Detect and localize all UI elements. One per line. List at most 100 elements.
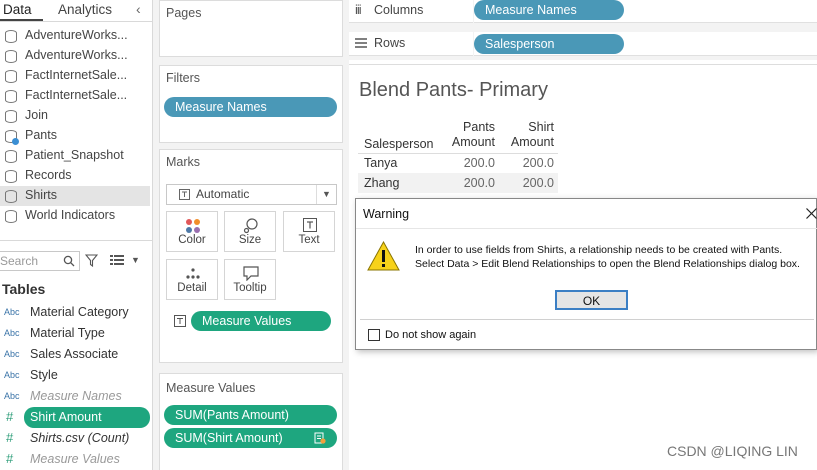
field-item[interactable]: Abc Material Category	[0, 302, 150, 323]
measure-pill-shirt-amount[interactable]: SUM(Shirt Amount)	[164, 428, 337, 448]
dialog-message-line1: In order to use fields from Shirts, a re…	[415, 244, 783, 256]
field-item[interactable]: Abc Sales Associate	[0, 344, 150, 365]
filters-title: Filters	[166, 71, 201, 85]
collapse-pane-icon[interactable]: ‹	[136, 1, 141, 17]
do-not-show-checkbox[interactable]	[368, 329, 380, 341]
tooltip-button[interactable]: Tooltip	[224, 259, 276, 300]
row-shirt-value: 200.0	[522, 156, 554, 170]
database-icon	[5, 50, 17, 63]
detail-label: Detail	[177, 282, 207, 294]
measure-pill-pants-amount[interactable]: SUM(Pants Amount)	[164, 405, 337, 425]
view-title: Blend Pants- Primary	[359, 79, 548, 101]
filter-icon[interactable]	[85, 254, 98, 267]
field-item[interactable]: # Measure Values	[0, 449, 150, 470]
color-button[interactable]: Color	[166, 211, 218, 252]
data-source-item[interactable]: FactInternetSale...	[0, 86, 150, 106]
row-name: Zhang	[364, 176, 400, 190]
text-button[interactable]: Text	[283, 211, 335, 252]
field-search[interactable]: Search	[0, 251, 80, 271]
data-source-item[interactable]: World Indicators	[0, 206, 150, 226]
tab-analytics[interactable]: Analytics	[58, 0, 112, 21]
dialog-footer-rule	[360, 319, 814, 320]
field-label: Style	[30, 368, 58, 382]
data-source-label: AdventureWorks...	[25, 48, 128, 62]
data-source-item[interactable]: FactInternetSale...	[0, 66, 150, 86]
tab-divider	[0, 21, 153, 22]
pages-card[interactable]: Pages	[159, 0, 343, 57]
warning-icon	[367, 241, 400, 271]
color-icon	[186, 219, 200, 233]
pane-divider	[0, 240, 153, 241]
data-source-label: FactInternetSale...	[25, 68, 128, 82]
columns-pill-measure-names[interactable]: Measure Names	[474, 0, 624, 20]
data-source-item[interactable]: Records	[0, 166, 150, 186]
rows-icon	[355, 38, 367, 48]
color-label: Color	[178, 234, 206, 246]
database-icon	[5, 30, 17, 43]
marks-title: Marks	[166, 155, 201, 169]
tab-data[interactable]: Data	[0, 0, 43, 21]
field-item[interactable]: # Shirts.csv (Count)	[0, 428, 150, 449]
rows-shelf-label: Rows	[349, 32, 473, 56]
data-source-label: Pants	[25, 128, 57, 142]
rows-pill-salesperson[interactable]: Salesperson	[474, 34, 624, 54]
data-source-item[interactable]: AdventureWorks...	[0, 46, 150, 66]
col-header-shirt-amount: Shirt Amount	[504, 120, 554, 150]
measure-type-icon: #	[6, 409, 14, 424]
field-item[interactable]: # Shirt Amount	[0, 407, 150, 428]
view-list-icon[interactable]	[110, 255, 124, 266]
size-icon	[243, 218, 258, 234]
rows-label: Rows	[374, 36, 406, 50]
primary-source-check-icon	[12, 138, 19, 145]
data-source-item[interactable]: Pants	[0, 126, 150, 146]
table-row[interactable]: Tanya 200.0 200.0	[358, 153, 558, 173]
field-label: Material Category	[30, 305, 129, 319]
chevron-down-icon: ▼	[322, 189, 331, 199]
row-pants-value: 200.0	[463, 156, 495, 170]
col1-line2: Amount	[451, 135, 495, 149]
measure-type-icon: #	[6, 430, 14, 445]
data-source-item[interactable]: Join	[0, 106, 150, 126]
filter-pill-measure-names[interactable]: Measure Names	[164, 97, 337, 117]
field-item[interactable]: Abc Measure Names	[0, 386, 150, 407]
columns-label: Columns	[374, 3, 424, 17]
col2-line1: Shirt	[528, 120, 554, 134]
data-source-item[interactable]: Shirts	[0, 186, 150, 206]
string-type-icon: Abc	[4, 328, 20, 338]
string-type-icon: Abc	[4, 391, 20, 401]
data-source-item[interactable]: Patient_Snapshot	[0, 146, 150, 166]
data-source-label: Records	[25, 168, 72, 182]
blend-link-icon	[314, 432, 326, 444]
data-source-item[interactable]: AdventureWorks...	[0, 26, 150, 46]
watermark: CSDN @LIQING LIN	[667, 443, 798, 459]
text-mark-icon	[174, 315, 186, 327]
col-header-pants-amount: Pants Amount	[445, 120, 495, 150]
size-button[interactable]: Size	[224, 211, 276, 252]
filters-card[interactable]: Filters Measure Names	[159, 65, 343, 143]
size-label: Size	[238, 234, 262, 246]
data-source-label: Shirts	[25, 188, 57, 202]
database-icon	[5, 190, 17, 203]
detail-icon	[186, 268, 200, 279]
table-row[interactable]: Zhang 200.0 200.0	[358, 173, 558, 193]
marks-pill-measure-values[interactable]: Measure Values	[191, 311, 331, 331]
detail-button[interactable]: Detail	[166, 259, 218, 300]
search-placeholder: Search	[0, 254, 39, 268]
field-label: Measure Names	[30, 389, 122, 403]
search-icon	[63, 255, 75, 267]
view-dropdown-icon[interactable]: ▼	[131, 255, 140, 265]
mark-type-dropdown[interactable]: Automatic ▼	[166, 184, 337, 205]
field-item[interactable]: Abc Style	[0, 365, 150, 386]
database-icon	[5, 150, 17, 163]
database-icon	[5, 210, 17, 223]
field-label: Shirt Amount	[30, 410, 102, 424]
database-icon	[5, 170, 17, 183]
string-type-icon: Abc	[4, 349, 20, 359]
ok-button[interactable]: OK	[555, 290, 628, 310]
field-item[interactable]: Abc Material Type	[0, 323, 150, 344]
marks-card: Marks Automatic ▼ Color Size Text Detail…	[159, 149, 343, 363]
field-label: Shirts.csv (Count)	[30, 431, 130, 445]
database-icon	[5, 90, 17, 103]
close-icon[interactable]	[806, 208, 817, 219]
row-header-salesperson: Salesperson	[364, 137, 434, 151]
